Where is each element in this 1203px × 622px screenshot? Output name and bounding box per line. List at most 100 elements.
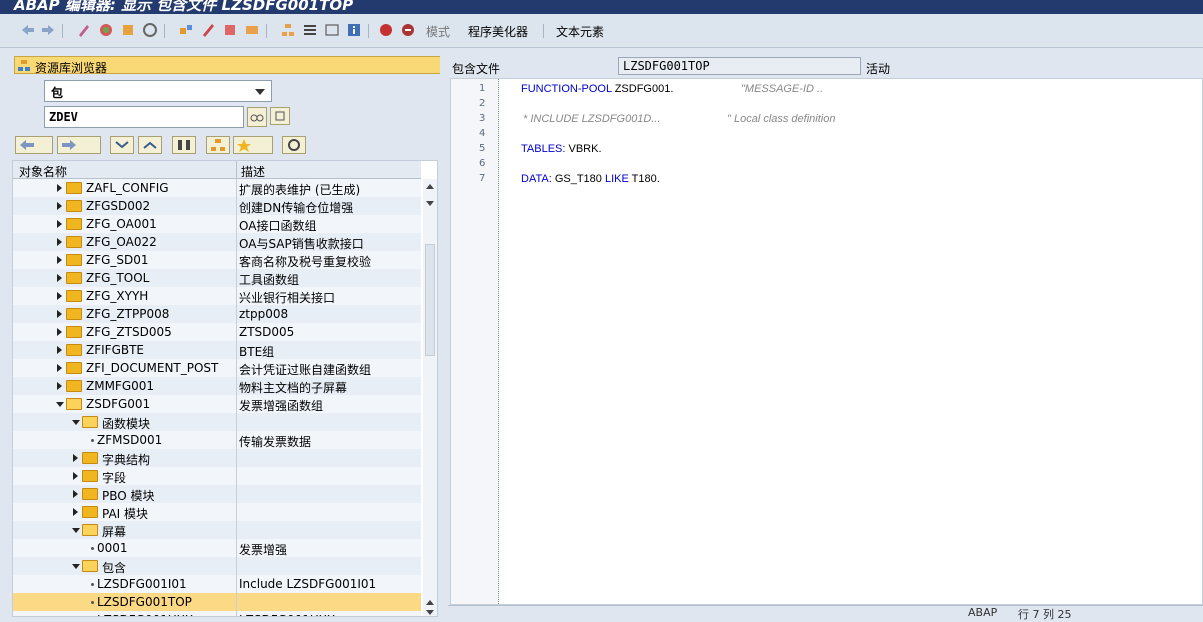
code-line[interactable]: FUNCTION-POOL ZSDFG001.	[521, 83, 673, 95]
mode-button[interactable]: 模式	[426, 23, 450, 40]
column-divider[interactable]	[236, 161, 237, 179]
tree-row[interactable]: ZAFL_CONFIG 扩展的表维护 (已生成)	[13, 179, 421, 197]
tree-row[interactable]: 函数模块	[13, 413, 421, 431]
collapse-all-button[interactable]	[138, 136, 162, 154]
scroll-up-icon[interactable]	[426, 184, 434, 189]
tree-row[interactable]: 0001 发票增强	[13, 539, 421, 557]
tree-row[interactable]: PBO 模块	[13, 485, 421, 503]
layout-icon[interactable]	[324, 22, 340, 38]
tree-row[interactable]: ZFI_DOCUMENT_POST 会计凭证过账自建函数组	[13, 359, 421, 377]
object-name-input[interactable]: ZDEV	[44, 106, 244, 128]
expand-arrow-icon[interactable]	[57, 310, 62, 318]
expand-arrow-icon[interactable]	[57, 202, 62, 210]
test-icon[interactable]	[142, 22, 158, 38]
expand-all-button[interactable]	[110, 136, 134, 154]
scroll-thumb[interactable]	[425, 244, 435, 356]
tree-row[interactable]: PAI 模块	[13, 503, 421, 521]
tree-row[interactable]: LZSDFG001UXX LZSDFG001UXX	[13, 611, 421, 616]
tree-row[interactable]: ZFG_OA022 OA与SAP销售收款接口	[13, 233, 421, 251]
expand-arrow-icon[interactable]	[73, 472, 78, 480]
add-to-favorites-button[interactable]	[206, 136, 230, 154]
edit-toggle-icon[interactable]	[76, 22, 92, 38]
where-used-icon[interactable]	[178, 22, 194, 38]
pattern-icon[interactable]	[302, 22, 318, 38]
tree-row[interactable]: ZSDFG001 发票增强函数组	[13, 395, 421, 413]
code-line[interactable]: DATA: GS_T180 LIKE T180.	[521, 173, 660, 185]
tree-row[interactable]: ZFGSD002 创建DN传输仓位增强	[13, 197, 421, 215]
col-header-desc[interactable]: 描述	[241, 163, 265, 180]
column-divider	[236, 593, 237, 611]
scroll-down-icon[interactable]	[426, 610, 434, 615]
reload-button[interactable]	[282, 136, 306, 154]
tree-row[interactable]: LZSDFG001I01 Include LZSDFG001I01	[13, 575, 421, 593]
tree-row-selected[interactable]: LZSDFG001TOP	[13, 593, 421, 611]
tree-row[interactable]: ZFG_TOOL 工具函数组	[13, 269, 421, 287]
external-breakpoint-icon[interactable]	[400, 22, 416, 38]
pane-splitter[interactable]	[440, 48, 448, 617]
expand-arrow-icon[interactable]	[57, 184, 62, 192]
tree-row[interactable]: ZFMSD001 传输发票数据	[13, 431, 421, 449]
collapse-arrow-icon[interactable]	[72, 564, 80, 569]
tree-row[interactable]: ZFG_OA001 OA接口函数组	[13, 215, 421, 233]
navigation-window-icon[interactable]	[244, 22, 260, 38]
expand-arrow-icon[interactable]	[57, 238, 62, 246]
next-object-button[interactable]	[57, 136, 101, 154]
breakpoint-icon[interactable]	[378, 22, 394, 38]
find-button[interactable]	[172, 136, 196, 154]
expand-arrow-icon[interactable]	[57, 346, 62, 354]
pencil-icon[interactable]	[200, 22, 216, 38]
tree-item-name: 函数模块	[102, 417, 151, 431]
expand-arrow-icon[interactable]	[57, 220, 62, 228]
scroll-up-icon[interactable]	[426, 600, 434, 605]
refresh-button[interactable]	[270, 107, 290, 125]
column-divider	[236, 539, 237, 557]
favorites-button[interactable]	[233, 136, 273, 154]
check-icon[interactable]	[120, 22, 136, 38]
expand-arrow-icon[interactable]	[57, 364, 62, 372]
forward-icon[interactable]	[40, 22, 56, 38]
tree-row[interactable]: ZFG_XYYH 兴业银行相关接口	[13, 287, 421, 305]
pretty-printer-button[interactable]: 程序美化器	[468, 23, 528, 40]
collapse-arrow-icon[interactable]	[56, 402, 64, 407]
scroll-down-icon[interactable]	[426, 201, 434, 206]
object-type-dropdown[interactable]: 包	[44, 80, 272, 102]
tree-item-description: OA与SAP销售收款接口	[239, 237, 364, 251]
expand-arrow-icon[interactable]	[57, 382, 62, 390]
expand-arrow-icon[interactable]	[73, 454, 78, 462]
line-number: 4	[479, 128, 486, 139]
code-text: GS_T180	[551, 173, 605, 185]
tree-row[interactable]: 屏幕	[13, 521, 421, 539]
back-icon[interactable]	[20, 22, 36, 38]
collapse-arrow-icon[interactable]	[72, 528, 80, 533]
tree-scrollbar[interactable]	[423, 179, 437, 616]
expand-arrow-icon[interactable]	[73, 508, 78, 516]
previous-object-button[interactable]	[15, 136, 53, 154]
code-editor[interactable]: 1 FUNCTION-POOL ZSDFG001. "MESSAGE-ID .. 2 3…	[450, 78, 1203, 605]
tree-row[interactable]: 字段	[13, 467, 421, 485]
tree-row[interactable]: ZFIFGBTE BTE组	[13, 341, 421, 359]
binoculars-icon	[178, 140, 190, 150]
display-glasses-button[interactable]	[247, 107, 267, 127]
code-line[interactable]: TABLES: VBRK.	[521, 143, 602, 155]
tree-row[interactable]: ZFG_ZTSD005 ZTSD005	[13, 323, 421, 341]
object-list-icon[interactable]	[222, 22, 238, 38]
expand-arrow-icon[interactable]	[57, 328, 62, 336]
col-header-name[interactable]: 对象名称	[19, 163, 67, 180]
collapse-arrow-icon[interactable]	[72, 420, 80, 425]
tree-row[interactable]: ZMMFG001 物料主文档的子屏幕	[13, 377, 421, 395]
expand-arrow-icon[interactable]	[57, 292, 62, 300]
folder-icon	[66, 344, 82, 356]
hierarchy-icon[interactable]	[280, 22, 296, 38]
tree-row[interactable]: ZFG_ZTPP008 ztpp008	[13, 305, 421, 323]
text-elements-button[interactable]: 文本元素	[556, 23, 604, 40]
tree-row[interactable]: 字典结构	[13, 449, 421, 467]
column-divider	[236, 269, 237, 287]
expand-arrow-icon[interactable]	[73, 490, 78, 498]
repository-browser-header[interactable]: 资源库浏览器	[14, 56, 446, 75]
activate-icon[interactable]	[98, 22, 114, 38]
tree-row[interactable]: 包含	[13, 557, 421, 575]
info-icon[interactable]	[346, 22, 362, 38]
expand-arrow-icon[interactable]	[57, 274, 62, 282]
tree-row[interactable]: ZFG_SD01 客商名称及税号重复校验	[13, 251, 421, 269]
expand-arrow-icon[interactable]	[57, 256, 62, 264]
